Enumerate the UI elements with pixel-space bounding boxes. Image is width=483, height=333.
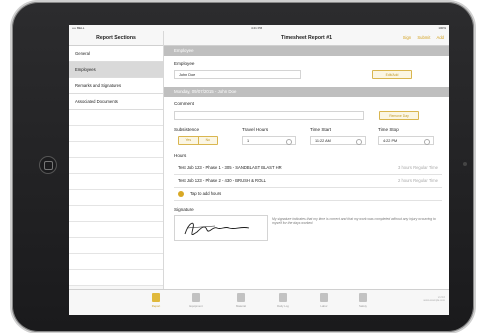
clock-icon — [424, 139, 430, 145]
stepper-icon — [286, 139, 292, 145]
add-button[interactable]: Add — [437, 35, 444, 40]
tab-report[interactable]: Report — [141, 293, 171, 315]
sidebar-item-remarks-signatures[interactable]: Remarks and Signatures — [69, 78, 163, 94]
material-icon — [237, 293, 245, 302]
tab-material[interactable]: Material — [226, 293, 256, 315]
empty-row — [69, 174, 163, 190]
subsistence-yes[interactable]: Yes — [179, 137, 198, 144]
empty-row — [69, 206, 163, 222]
empty-row — [69, 238, 163, 254]
time-stop-field[interactable]: 4:22 PM — [378, 136, 434, 145]
labor-icon — [320, 293, 328, 302]
signature-drawing — [184, 222, 250, 236]
tab-label: Report — [151, 304, 161, 308]
website-text: www.example.com — [423, 299, 445, 303]
empty-row — [69, 222, 163, 238]
comment-label: Comment — [174, 101, 194, 106]
top-actions: Sign Submit Add — [398, 31, 444, 45]
travel-hours-value: 1 — [247, 139, 250, 143]
tab-bar: Report Equipment Material Daily Log Labo… — [69, 289, 449, 315]
sidebar-item-general[interactable]: General — [69, 46, 163, 62]
employee-field[interactable]: John Doe — [174, 70, 301, 79]
footer-info: v1.9.0 www.example.com — [423, 296, 445, 303]
hours-row[interactable]: Test Job 123 - Phase 1 - 305 - SANDBLAST… — [174, 162, 442, 175]
safety-icon — [359, 293, 367, 302]
main-pane: Timesheet Report #1 Sign Submit Add Empl… — [164, 31, 449, 315]
empty-row — [69, 142, 163, 158]
tab-label: Material — [236, 304, 246, 308]
subsistence-toggle[interactable]: Yes No — [178, 136, 218, 145]
signature-label: Signature — [174, 207, 194, 212]
empty-row — [69, 270, 163, 286]
home-button[interactable] — [39, 156, 57, 174]
travel-hours-label: Travel Hours — [242, 127, 269, 132]
subsistence-label: Subsistence — [174, 127, 200, 132]
time-start-field[interactable]: 11:22 AM — [310, 136, 366, 145]
empty-row — [69, 254, 163, 270]
status-time: 4:21 PM — [251, 26, 263, 30]
time-start-label: Time Start — [310, 127, 332, 132]
empty-row — [69, 126, 163, 142]
daily-log-icon — [279, 293, 287, 302]
comment-field[interactable] — [174, 111, 364, 120]
section-list: General Employees Remarks and Signatures… — [69, 46, 163, 286]
sign-button[interactable]: Sign — [403, 35, 411, 40]
signature-note: My signature indicates that my time is c… — [272, 217, 436, 226]
empty-row — [69, 110, 163, 126]
battery-label: 100% — [438, 26, 446, 30]
sidebar-item-associated-documents[interactable]: Associated Documents — [69, 94, 163, 110]
tab-safety[interactable]: Safety — [348, 293, 378, 315]
hours-row-amount: 2 hours Regular Time — [397, 178, 438, 183]
hours-row-amount: 3 hours Regular Time — [397, 165, 438, 170]
hours-row-desc: Test Job 123 - Phase 1 - 305 - SANDBLAST… — [178, 165, 282, 170]
clock-icon — [356, 139, 362, 145]
tab-equipment[interactable]: Equipment — [181, 293, 211, 315]
hours-row[interactable]: Test Job 123 - Phase 2 - 430 - BRUSH & R… — [174, 175, 442, 188]
tab-labor[interactable]: Labor — [309, 293, 339, 315]
add-hours-label: Tap to add hours — [190, 191, 222, 196]
subsistence-no[interactable]: No — [197, 137, 217, 144]
add-hours-row[interactable]: Tap to add hours — [174, 188, 442, 201]
time-start-value: 11:22 AM — [315, 139, 331, 143]
carrier-label: •••• BELL — [72, 26, 85, 30]
day-section-header: Monday, 09/07/2015 - John Doe — [164, 87, 449, 97]
tab-label: Equipment — [189, 304, 203, 308]
report-sections-sidebar: Report Sections General Employees Remark… — [69, 31, 164, 315]
equipment-icon — [192, 293, 200, 302]
hours-label: Hours — [174, 153, 187, 158]
tab-label: Labor — [320, 304, 328, 308]
time-stop-label: Time Stop — [378, 127, 399, 132]
sidebar-title: Report Sections — [69, 31, 163, 46]
empty-row — [69, 190, 163, 206]
travel-hours-field[interactable]: 1 — [242, 136, 296, 145]
empty-row — [69, 158, 163, 174]
signature-box[interactable] — [174, 215, 268, 241]
hours-row-desc: Test Job 123 - Phase 2 - 430 - BRUSH & R… — [178, 178, 266, 183]
app-screen: •••• BELL 4:21 PM 100% Report Sections G… — [69, 25, 449, 315]
edit-add-button[interactable]: Edit/Add — [372, 70, 412, 79]
tab-label: Safety — [359, 304, 367, 308]
camera — [463, 162, 467, 166]
report-icon — [152, 293, 160, 302]
remove-day-button[interactable]: Remove Day — [379, 111, 419, 120]
time-stop-value: 4:22 PM — [383, 139, 398, 143]
add-hours-icon — [178, 191, 184, 197]
employee-label: Employee — [174, 61, 195, 66]
employee-section-header: Employee — [164, 46, 449, 56]
tab-daily-log[interactable]: Daily Log — [268, 293, 298, 315]
tab-label: Daily Log — [277, 304, 289, 308]
submit-button[interactable]: Submit — [417, 35, 430, 40]
sidebar-item-employees[interactable]: Employees — [69, 62, 163, 78]
ipad-frame: •••• BELL 4:21 PM 100% Report Sections G… — [12, 2, 474, 332]
